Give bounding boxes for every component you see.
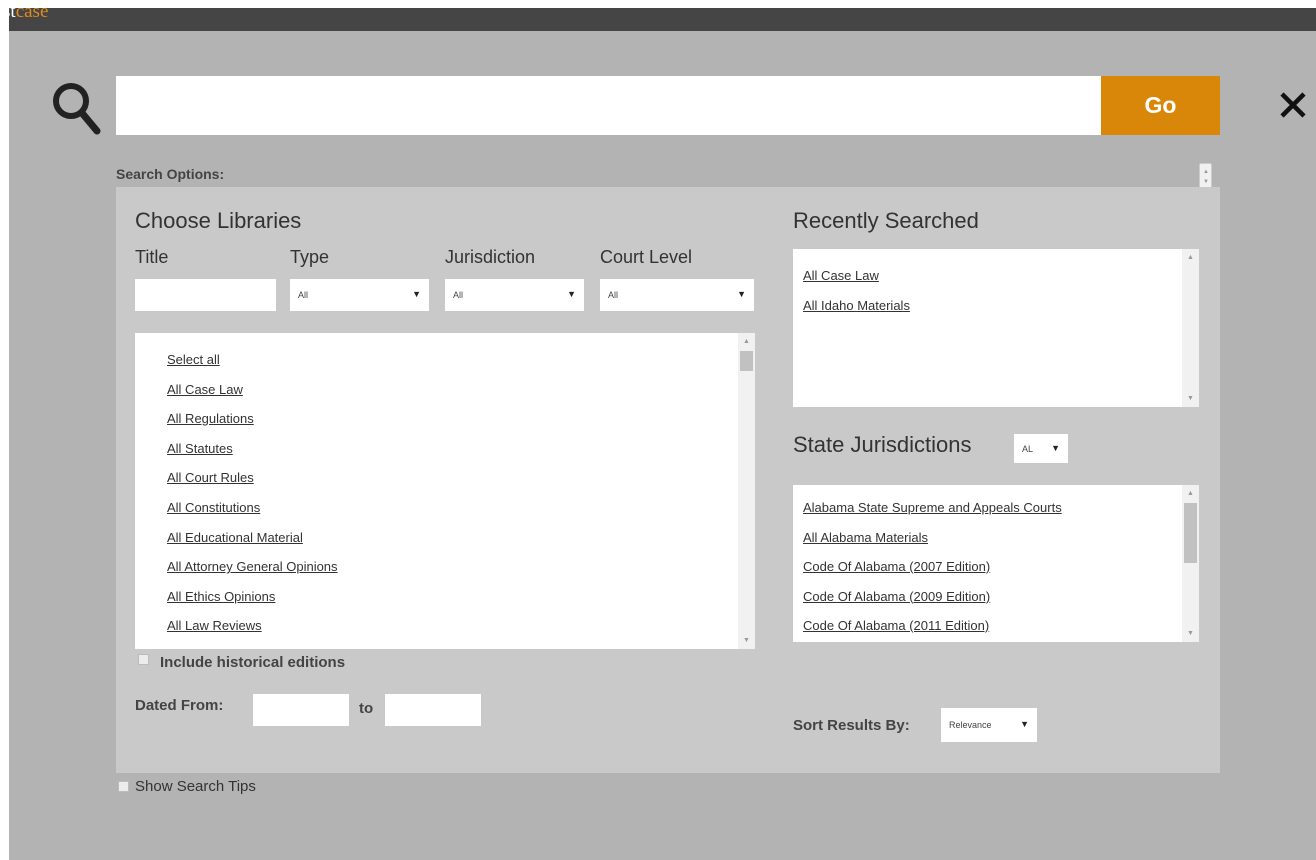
dated-to-label: to bbox=[359, 700, 374, 717]
library-item[interactable]: All Regulations bbox=[167, 404, 338, 434]
library-list-box: Select all All Case Law All Regulations … bbox=[135, 333, 755, 649]
choose-libraries-title: Choose Libraries bbox=[135, 208, 302, 233]
search-input[interactable] bbox=[116, 76, 1101, 135]
jurisdiction-select-value: All bbox=[453, 290, 464, 300]
library-item[interactable]: All Statutes bbox=[167, 434, 338, 464]
state-item[interactable]: All Alabama Materials bbox=[803, 523, 1062, 553]
chevron-down-icon: ▼ bbox=[737, 289, 746, 299]
type-select-value: All bbox=[298, 290, 309, 300]
show-search-tips-label: Show Search Tips bbox=[135, 778, 256, 795]
sort-results-select[interactable]: Relevance ▼ bbox=[941, 708, 1037, 742]
type-column-label: Type bbox=[290, 247, 330, 267]
sort-results-label: Sort Results By: bbox=[793, 717, 910, 734]
go-button[interactable]: Go bbox=[1101, 76, 1220, 135]
close-icon[interactable] bbox=[1279, 91, 1307, 119]
jurisdiction-select[interactable]: All ▼ bbox=[445, 279, 584, 311]
state-select[interactable]: AL ▼ bbox=[1014, 434, 1068, 463]
search-overlay: stcase Go Search Options: ▲▼ Choose Libr… bbox=[9, 8, 1316, 860]
scroll-up-icon[interactable]: ▲ bbox=[1187, 490, 1194, 497]
title-filter-input[interactable] bbox=[135, 279, 276, 311]
chevron-down-icon: ▼ bbox=[1051, 443, 1060, 453]
dated-from-label: Dated From: bbox=[135, 697, 224, 714]
scrollbar-thumb[interactable] bbox=[1184, 503, 1197, 563]
scroll-down-icon[interactable]: ▼ bbox=[1187, 395, 1194, 402]
brand-logo-part1: st bbox=[9, 8, 16, 22]
scroll-down-icon[interactable]: ▼ bbox=[1187, 630, 1194, 637]
library-item[interactable]: All Law Reviews bbox=[167, 611, 338, 641]
court-level-column-label: Court Level bbox=[600, 247, 693, 267]
sort-results-select-value: Relevance bbox=[949, 720, 992, 730]
court-level-select[interactable]: All ▼ bbox=[600, 279, 754, 311]
state-item[interactable]: Code Of Alabama (2007 Edition) bbox=[803, 552, 1062, 582]
library-item[interactable]: All Court Rules bbox=[167, 463, 338, 493]
scroll-up-icon[interactable]: ▲ bbox=[743, 338, 750, 345]
dated-to-input[interactable] bbox=[385, 694, 481, 726]
historical-editions-label: Include historical editions bbox=[160, 654, 346, 671]
library-item[interactable]: All Attorney General Opinions bbox=[167, 552, 338, 582]
dated-from-input[interactable] bbox=[253, 694, 349, 726]
show-search-tips-checkbox[interactable] bbox=[118, 781, 129, 792]
title-column-label: Title bbox=[135, 247, 169, 267]
library-item[interactable]: All Law Journals bbox=[167, 641, 338, 649]
search-options-label: Search Options: bbox=[116, 166, 225, 182]
scroll-down-icon[interactable]: ▼ bbox=[743, 637, 750, 644]
top-bar: stcase bbox=[9, 8, 1316, 31]
recent-searches-box: All Case Law All Idaho Materials ▲ ▼ bbox=[793, 249, 1199, 407]
search-options-panel: Choose Libraries Title Type Jurisdiction… bbox=[116, 187, 1220, 773]
recent-list-scrollbar[interactable]: ▲ ▼ bbox=[1182, 249, 1199, 407]
state-item[interactable]: Alabama State Supreme and Appeals Courts bbox=[803, 493, 1062, 523]
state-list-scrollbar[interactable]: ▲ ▼ bbox=[1182, 485, 1199, 642]
recent-item[interactable]: All Case Law bbox=[803, 261, 910, 291]
library-list: Select all All Case Law All Regulations … bbox=[167, 345, 338, 649]
state-list: Alabama State Supreme and Appeals Courts… bbox=[803, 493, 1062, 641]
library-item-select-all[interactable]: Select all bbox=[167, 345, 338, 375]
historical-editions-checkbox[interactable] bbox=[138, 654, 149, 665]
court-level-select-value: All bbox=[608, 290, 619, 300]
type-select[interactable]: All ▼ bbox=[290, 279, 429, 311]
state-select-value: AL bbox=[1022, 443, 1034, 454]
library-item[interactable]: All Case Law bbox=[167, 375, 338, 405]
chevron-down-icon: ▼ bbox=[1020, 719, 1029, 729]
brand-logo[interactable]: stcase bbox=[9, 8, 48, 22]
library-item[interactable]: All Ethics Opinions bbox=[167, 582, 338, 612]
jurisdiction-column-label: Jurisdiction bbox=[445, 247, 536, 267]
library-item[interactable]: All Educational Material bbox=[167, 523, 338, 553]
state-item[interactable]: Code Of Alabama (2009 Edition) bbox=[803, 582, 1062, 612]
state-list-box: Alabama State Supreme and Appeals Courts… bbox=[793, 485, 1199, 642]
recent-item[interactable]: All Idaho Materials bbox=[803, 291, 910, 321]
scroll-up-icon[interactable]: ▲ bbox=[1187, 254, 1194, 261]
chevron-down-icon: ▼ bbox=[567, 289, 576, 299]
chevron-down-icon: ▼ bbox=[412, 289, 421, 299]
recent-list: All Case Law All Idaho Materials bbox=[803, 261, 910, 320]
brand-logo-part2: case bbox=[15, 8, 49, 22]
scrollbar-thumb[interactable] bbox=[740, 351, 753, 371]
library-list-scrollbar[interactable]: ▲ ▼ bbox=[738, 333, 755, 649]
panel-scrollbar[interactable]: ▲ ▼ bbox=[1199, 163, 1212, 190]
state-jurisdictions-title: State Jurisdictions bbox=[793, 432, 972, 457]
state-item[interactable]: Code Of Alabama (2011 Edition) bbox=[803, 611, 1062, 641]
search-icon bbox=[53, 83, 101, 135]
recently-searched-title: Recently Searched bbox=[793, 208, 979, 233]
library-item[interactable]: All Constitutions bbox=[167, 493, 338, 523]
